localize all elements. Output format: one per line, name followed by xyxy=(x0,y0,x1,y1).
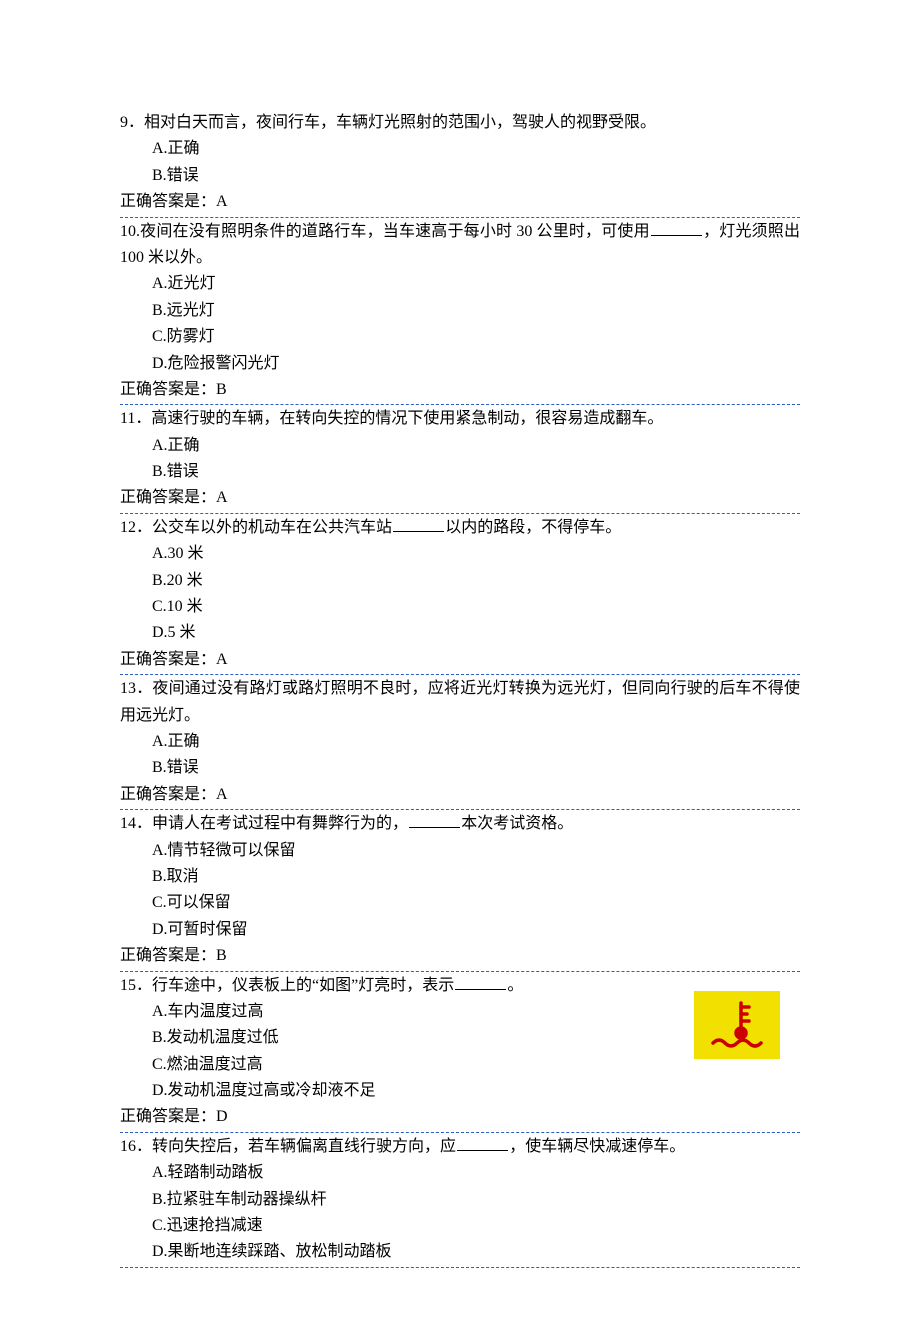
correct-answer: 正确答案是：A xyxy=(120,782,800,810)
blank-field xyxy=(457,1135,508,1150)
question-number: 9． xyxy=(120,114,144,131)
blank-field xyxy=(455,974,506,989)
question-body-pre: 行车途中，仪表板上的“如图”灯亮时，表示 xyxy=(152,977,454,994)
question-body-pre: 夜间在没有照明条件的道路行车，当车速高于每小时 30 公里时，可使用 xyxy=(140,223,650,240)
question-body: 夜间通过没有路灯或路灯照明不良时，应将近光灯转换为远光灯，但同向行驶的后车不得使… xyxy=(120,680,800,723)
question-text: 16．转向失控后，若车辆偏离直线行驶方向，应 ，使车辆尽快减速停车。 xyxy=(120,1134,800,1160)
option-a: A.情节轻微可以保留 xyxy=(120,838,800,864)
question-15: 15．行车途中，仪表板上的“如图”灯亮时，表示。 A.车内温度过高 B.发动机温… xyxy=(120,973,800,1133)
question-12: 12．公交车以外的机动车在公共汽车站 以内的路段，不得停车。 A.30 米 B.2… xyxy=(120,515,800,675)
question-10: 10.夜间在没有照明条件的道路行车，当车速高于每小时 30 公里时，可使用，灯光… xyxy=(120,219,800,406)
option-b: B.错误 xyxy=(120,163,800,189)
option-a: A.近光灯 xyxy=(120,271,800,297)
question-number: 14． xyxy=(120,815,152,832)
option-d: D.果断地连续踩踏、放松制动踏板 xyxy=(120,1239,800,1267)
question-body-post: 本次考试资格。 xyxy=(461,815,573,832)
question-body-pre: 公交车以外的机动车在公共汽车站 xyxy=(152,519,392,536)
correct-answer: 正确答案是：A xyxy=(120,189,800,217)
option-b: B.错误 xyxy=(120,459,800,485)
option-c: C.10 米 xyxy=(120,594,800,620)
option-d: D.危险报警闪光灯 xyxy=(120,351,800,377)
option-c: C.防雾灯 xyxy=(120,324,800,350)
question-body-pre: 申请人在考试过程中有舞弊行为的， xyxy=(152,815,408,832)
question-13: 13．夜间通过没有路灯或路灯照明不良时，应将近光灯转换为远光灯，但同向行驶的后车… xyxy=(120,676,800,810)
question-text: 12．公交车以外的机动车在公共汽车站 以内的路段，不得停车。 xyxy=(120,515,800,541)
question-number: 13． xyxy=(120,680,152,697)
option-a: A.正确 xyxy=(120,136,800,162)
question-number: 12． xyxy=(120,519,152,536)
option-d: D.5 米 xyxy=(120,620,800,646)
question-number: 11． xyxy=(120,410,151,427)
question-body: 高速行驶的车辆，在转向失控的情况下使用紧急制动，很容易造成翻车。 xyxy=(151,410,663,427)
question-9: 9．相对白天而言，夜间行车，车辆灯光照射的范围小，驾驶人的视野受限。 A.正确 … xyxy=(120,110,800,218)
blank-field xyxy=(409,813,460,828)
question-text: 9．相对白天而言，夜间行车，车辆灯光照射的范围小，驾驶人的视野受限。 xyxy=(120,110,800,136)
option-b: B.20 米 xyxy=(120,568,800,594)
option-d: D.发动机温度过高或冷却液不足 xyxy=(120,1078,800,1104)
question-text: 13．夜间通过没有路灯或路灯照明不良时，应将近光灯转换为远光灯，但同向行驶的后车… xyxy=(120,676,800,729)
blank-field xyxy=(393,516,444,531)
question-text: 10.夜间在没有照明条件的道路行车，当车速高于每小时 30 公里时，可使用，灯光… xyxy=(120,219,800,272)
option-b: B.错误 xyxy=(120,755,800,781)
option-a: A.正确 xyxy=(120,433,800,459)
question-number: 16． xyxy=(120,1138,152,1155)
correct-answer: 正确答案是：D xyxy=(120,1104,800,1132)
question-14: 14．申请人在考试过程中有舞弊行为的， 本次考试资格。 A.情节轻微可以保留 B.… xyxy=(120,811,800,971)
question-text: 11．高速行驶的车辆，在转向失控的情况下使用紧急制动，很容易造成翻车。 xyxy=(120,406,800,432)
question-body-post: 。 xyxy=(507,977,523,994)
question-11: 11．高速行驶的车辆，在转向失控的情况下使用紧急制动，很容易造成翻车。 A.正确… xyxy=(120,406,800,514)
correct-answer: 正确答案是：B xyxy=(120,943,800,971)
correct-answer: 正确答案是：A xyxy=(120,485,800,513)
option-b: B.取消 xyxy=(120,864,800,890)
option-d: D.可暂时保留 xyxy=(120,917,800,943)
question-body-post: 以内的路段，不得停车。 xyxy=(445,519,621,536)
option-c: C.迅速抢挡减速 xyxy=(120,1213,800,1239)
engine-temperature-icon xyxy=(694,991,780,1059)
correct-answer: 正确答案是：A xyxy=(120,647,800,675)
option-c: C.可以保留 xyxy=(120,890,800,916)
option-b: B.拉紧驻车制动器操纵杆 xyxy=(120,1187,800,1213)
option-b: B.远光灯 xyxy=(120,298,800,324)
option-a: A.30 米 xyxy=(120,541,800,567)
question-text: 14．申请人在考试过程中有舞弊行为的， 本次考试资格。 xyxy=(120,811,800,837)
question-16: 16．转向失控后，若车辆偏离直线行驶方向，应 ，使车辆尽快减速停车。 A.轻踏制动… xyxy=(120,1134,800,1268)
question-body-pre: 转向失控后，若车辆偏离直线行驶方向，应 xyxy=(152,1138,456,1155)
question-number: 15． xyxy=(120,977,152,994)
option-a: A.正确 xyxy=(120,729,800,755)
blank-field xyxy=(651,220,702,235)
question-body-post: ，使车辆尽快减速停车。 xyxy=(509,1138,685,1155)
question-body: 相对白天而言，夜间行车，车辆灯光照射的范围小，驾驶人的视野受限。 xyxy=(144,114,656,131)
correct-answer: 正确答案是：B xyxy=(120,377,800,405)
question-number: 10. xyxy=(120,223,140,240)
option-a: A.轻踏制动踏板 xyxy=(120,1160,800,1186)
document-page: 9．相对白天而言，夜间行车，车辆灯光照射的范围小，驾驶人的视野受限。 A.正确 … xyxy=(0,0,920,1329)
